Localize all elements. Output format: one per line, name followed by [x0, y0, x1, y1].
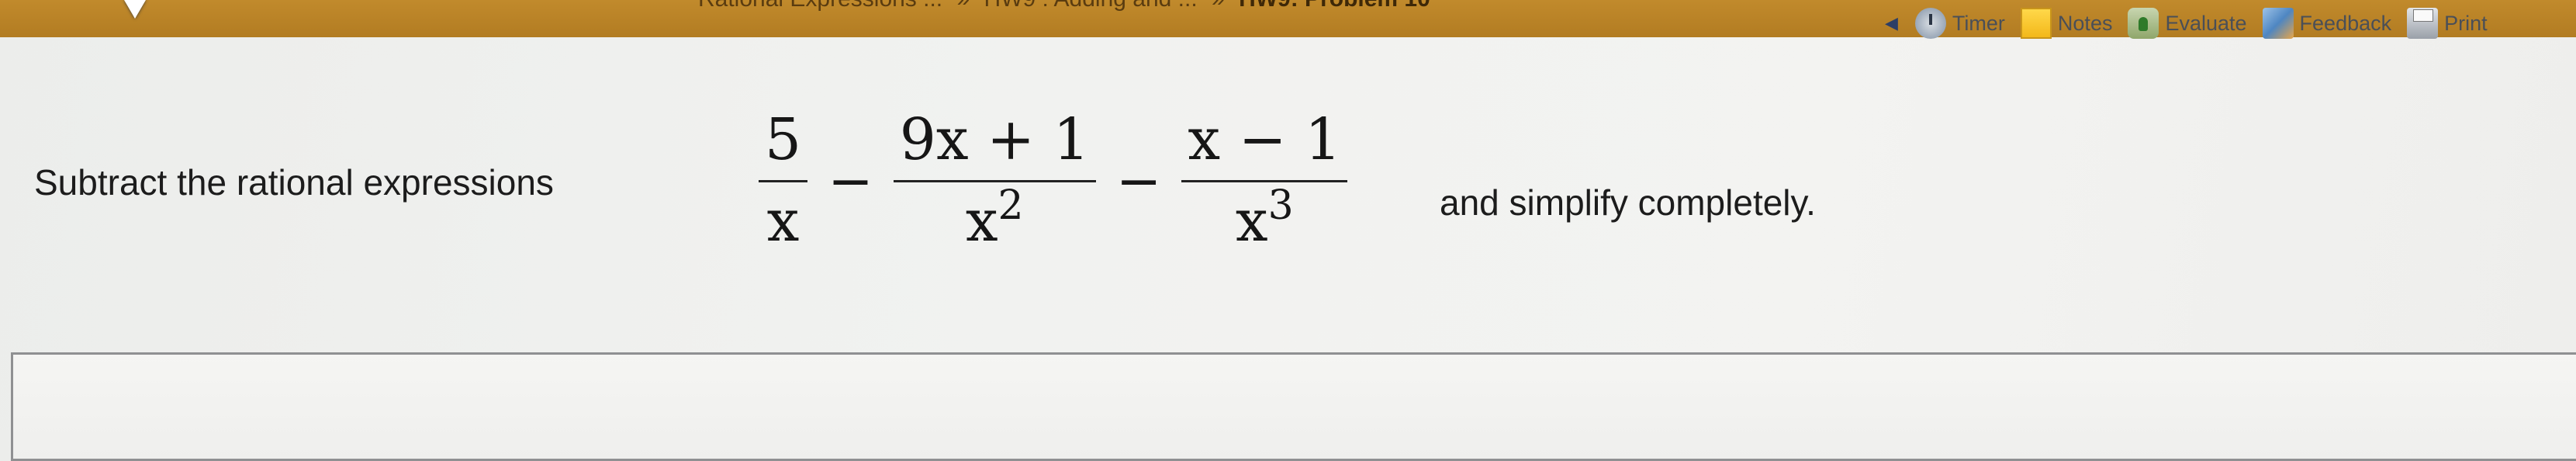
fraction-3-exponent: 3	[1267, 182, 1294, 229]
fraction-2-numerator: 9x + 1	[899, 106, 1090, 173]
print-label: Print	[2444, 11, 2488, 35]
fraction-bar	[1181, 179, 1348, 182]
breadcrumb-separator: »	[957, 0, 970, 12]
print-button[interactable]: Print	[2407, 8, 2488, 39]
collapse-arrow-icon[interactable]: ◀	[1885, 13, 1898, 33]
timer-button[interactable]: Timer	[1914, 8, 2005, 39]
evaluate-icon	[2128, 8, 2159, 39]
notes-icon	[2020, 8, 2052, 39]
notes-label: Notes	[2057, 11, 2113, 35]
mouse-cursor-icon	[124, 0, 146, 19]
toolbar: ◀ Timer Notes Evaluate Feedback Print	[1885, 0, 2503, 47]
fraction-1-denominator: x	[766, 187, 800, 255]
breadcrumb: Rational Expressions ... » HW9 : Adding …	[698, 0, 1430, 12]
minus-operator-2: −	[1115, 149, 1162, 213]
fraction-bar	[893, 179, 1096, 182]
problem-suffix: and simplify completely.	[1440, 182, 1816, 223]
breadcrumb-item-section[interactable]: Rational Expressions ...	[698, 0, 942, 12]
fraction-2: 9x + 1 x2	[893, 106, 1096, 255]
fraction-3-numerator: x − 1	[1188, 106, 1342, 173]
print-icon	[2407, 8, 2439, 39]
fraction-1-numerator: 5	[765, 106, 802, 173]
feedback-icon	[2262, 8, 2294, 39]
fraction-2-denominator: x2	[965, 182, 1024, 255]
feedback-button[interactable]: Feedback	[2262, 8, 2392, 39]
problem-title: HW9: Problem 10	[1239, 0, 1430, 12]
evaluate-button[interactable]: Evaluate	[2128, 8, 2247, 39]
breadcrumb-separator: »	[1212, 0, 1225, 12]
answer-input[interactable]	[11, 352, 2576, 461]
timer-label: Timer	[1952, 11, 2005, 35]
rational-expression: 5 x − 9x + 1 x2 − x − 1 x3	[745, 84, 1361, 278]
fraction-bar	[759, 179, 808, 182]
timer-icon	[1914, 8, 1946, 39]
fraction-2-exponent: 2	[998, 182, 1024, 229]
evaluate-label: Evaluate	[2165, 11, 2247, 35]
minus-operator-1: −	[828, 149, 873, 213]
problem-prompt: Subtract the rational expressions	[34, 162, 554, 203]
feedback-label: Feedback	[2299, 11, 2392, 35]
fraction-3-denominator: x3	[1235, 182, 1294, 255]
fraction-1: 5 x	[759, 106, 808, 255]
breadcrumb-item-assignment[interactable]: HW9 : Adding and ...	[984, 0, 1198, 12]
notes-button[interactable]: Notes	[2020, 8, 2113, 39]
fraction-3: x − 1 x3	[1181, 106, 1348, 255]
